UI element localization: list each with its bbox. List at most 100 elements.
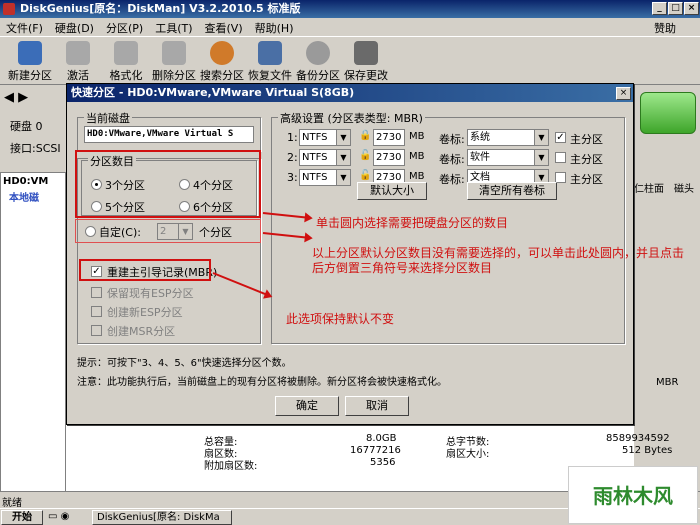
total-bytes-value: 8589934592 bbox=[606, 433, 670, 444]
menu-file[interactable]: 文件(F) bbox=[0, 18, 49, 38]
toolbar: 新建分区 激活 格式化 删除分区 搜索分区 恢复文件 备份分区 保存更改 bbox=[0, 37, 700, 85]
row-number: 1: bbox=[287, 131, 298, 144]
annotation-1: 单击圆内选择需要把硬盘分区的数目 bbox=[316, 216, 509, 230]
volume-label-caption: 卷标: bbox=[439, 173, 465, 186]
volume-label-value: 系统 bbox=[470, 132, 490, 143]
menu-help[interactable]: 帮助(H) bbox=[249, 18, 300, 38]
tree-root[interactable]: HD0:VM bbox=[3, 176, 48, 187]
window-title: DiskGenius[原名：DiskMan] V3.2.2010.5 标准版 bbox=[20, 2, 301, 15]
extra-sectors-value: 5356 bbox=[370, 457, 396, 468]
quicklaunch-icons[interactable]: ▭ ◉ bbox=[48, 511, 69, 522]
disk-bar[interactable] bbox=[640, 92, 696, 134]
sector-size-label: 扇区大小: bbox=[446, 449, 490, 460]
mbr-value: MBR bbox=[656, 377, 679, 388]
disk-tree: HD0:VM 本地磁 bbox=[0, 172, 66, 492]
row-number: 2: bbox=[287, 151, 298, 164]
window-titlebar: DiskGenius[原名：DiskMan] V3.2.2010.5 标准版 _… bbox=[0, 0, 700, 18]
watermark-text: 雨林木风 bbox=[593, 484, 673, 508]
lock-icon[interactable]: 🔒 bbox=[359, 130, 371, 141]
fs-value: NTFS bbox=[302, 172, 328, 183]
nav-arrows-icon[interactable]: ◀ ▶ bbox=[4, 90, 28, 105]
msr-label: 创建MSR分区 bbox=[107, 325, 176, 338]
fs-value: NTFS bbox=[302, 132, 328, 143]
tree-child[interactable]: 本地磁 bbox=[9, 189, 39, 204]
msr-checkbox bbox=[91, 325, 102, 336]
current-disk-group-label: 当前磁盘 bbox=[84, 110, 132, 126]
activate-button[interactable]: 激活 bbox=[52, 39, 104, 83]
mbr-highlight-box bbox=[79, 259, 211, 281]
menu-view[interactable]: 查看(V) bbox=[199, 18, 249, 38]
menu-tools[interactable]: 工具(T) bbox=[149, 18, 198, 38]
count-highlight-box bbox=[75, 150, 261, 218]
size-unit: MB bbox=[409, 151, 425, 162]
volume-label-caption: 卷标: bbox=[439, 133, 465, 146]
keep-esp-label: 保留现有ESP分区 bbox=[107, 287, 194, 300]
dialog-close-button[interactable]: × bbox=[616, 87, 631, 100]
size-input[interactable]: 2730 bbox=[373, 129, 405, 146]
primary-label: 主分区 bbox=[570, 173, 603, 186]
volume-label-select[interactable]: 系统 ▼ bbox=[467, 129, 549, 146]
save-changes-button[interactable]: 保存更改 bbox=[340, 39, 392, 83]
fs-select[interactable]: NTFS ▼ bbox=[299, 149, 351, 166]
sponsor-link[interactable]: 赞助 bbox=[648, 18, 682, 38]
dropdown-arrow-icon: ▼ bbox=[336, 130, 350, 145]
start-label: 开始 bbox=[12, 512, 32, 523]
new-esp-label: 创建新ESP分区 bbox=[107, 306, 183, 319]
custom-highlight-box bbox=[75, 219, 261, 243]
fs-select[interactable]: NTFS ▼ bbox=[299, 129, 351, 146]
delete-partition-button[interactable]: 删除分区 bbox=[148, 39, 200, 83]
taskbar-task-label: DiskGenius[原名: DiskMa bbox=[97, 512, 220, 523]
size-unit: MB bbox=[409, 131, 425, 142]
note-text: 注意：此功能执行后，当前磁盘上的现有分区将被删除。新分区将会被快速格式化。 bbox=[77, 377, 447, 388]
backup-partition-icon bbox=[306, 41, 330, 65]
primary-checkbox[interactable] bbox=[555, 152, 566, 163]
disk-map-pane: 仁柱面 磁头 bbox=[634, 86, 700, 491]
ok-button[interactable]: 确定 bbox=[275, 396, 339, 416]
interface-label: 接口:SCSI bbox=[10, 142, 61, 155]
current-disk-field: HD0:VMware,VMware Virtual S bbox=[84, 126, 254, 143]
fs-select[interactable]: NTFS ▼ bbox=[299, 169, 351, 186]
restore-file-button[interactable]: 恢复文件 bbox=[244, 39, 296, 83]
cancel-button[interactable]: 取消 bbox=[345, 396, 409, 416]
taskbar-task-diskgenius[interactable]: DiskGenius[原名: DiskMa bbox=[92, 510, 232, 525]
default-size-button[interactable]: 默认大小 bbox=[357, 182, 427, 200]
primary-label: 主分区 bbox=[570, 153, 603, 166]
dropdown-arrow-icon: ▼ bbox=[534, 150, 548, 165]
save-changes-icon bbox=[354, 41, 378, 65]
lock-icon[interactable]: 🔓 bbox=[359, 170, 371, 181]
new-partition-button[interactable]: 新建分区 bbox=[4, 39, 56, 83]
maximize-button[interactable]: □ bbox=[668, 2, 683, 15]
lock-icon[interactable]: 🔓 bbox=[359, 150, 371, 161]
menu-partition[interactable]: 分区(P) bbox=[100, 18, 149, 38]
size-input[interactable]: 2730 bbox=[373, 149, 405, 166]
dropdown-arrow-icon: ▼ bbox=[336, 170, 350, 185]
disk-info-table: MBR 总容量: 8.0GB 总字节数: 8589934592 扇区数: 167… bbox=[66, 377, 678, 491]
advanced-group-label: 高级设置 (分区表类型: MBR) bbox=[278, 110, 425, 126]
backup-partition-button[interactable]: 备份分区 bbox=[292, 39, 344, 83]
sector-size-value: 512 Bytes bbox=[622, 445, 673, 456]
volume-label-select[interactable]: 软件 ▼ bbox=[467, 149, 549, 166]
clear-labels-button[interactable]: 清空所有卷标 bbox=[467, 182, 557, 200]
minimize-button[interactable]: _ bbox=[652, 2, 667, 15]
start-button[interactable]: 开始 bbox=[1, 510, 43, 525]
col-head: 磁头 bbox=[674, 184, 694, 195]
hint-text: 提示：可按下"3、4、5、6"快速选择分区个数。 bbox=[77, 358, 292, 369]
primary-checkbox[interactable]: ✓ bbox=[555, 132, 566, 143]
keep-esp-checkbox bbox=[91, 287, 102, 298]
app-icon bbox=[3, 3, 15, 15]
format-button[interactable]: 格式化 bbox=[100, 39, 152, 83]
new-esp-checkbox bbox=[91, 306, 102, 317]
current-disk-group: 当前磁盘 HD0:VMware,VMware Virtual S bbox=[77, 110, 261, 151]
close-button[interactable]: × bbox=[684, 2, 699, 15]
sectors-value: 16777216 bbox=[350, 445, 401, 456]
menu-bar: 文件(F) 硬盘(D) 分区(P) 工具(T) 查看(V) 帮助(H) 赞助 bbox=[0, 18, 700, 37]
menu-disk[interactable]: 硬盘(D) bbox=[49, 18, 100, 38]
col-cylinder: 仁柱面 bbox=[634, 184, 664, 195]
watermark-logo: 雨林木风 bbox=[568, 466, 698, 524]
restore-file-icon bbox=[258, 41, 282, 65]
volume-label-value: 软件 bbox=[470, 152, 490, 163]
annotation-2b: 后方倒置三角符号来选择分区数目 bbox=[312, 261, 493, 275]
size-unit: MB bbox=[409, 171, 425, 182]
search-partition-button[interactable]: 搜索分区 bbox=[196, 39, 248, 83]
delete-partition-icon bbox=[162, 41, 186, 65]
